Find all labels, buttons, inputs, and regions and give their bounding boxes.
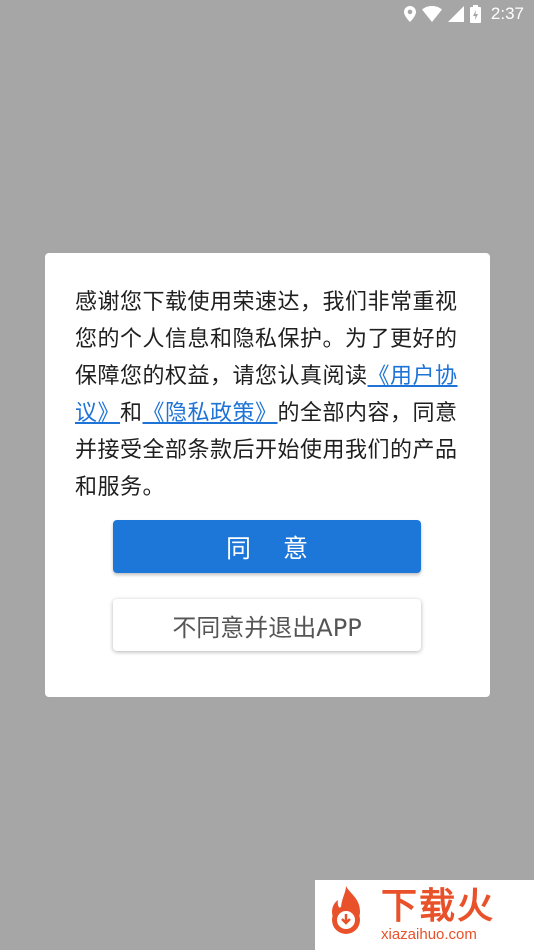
watermark-logo: 下载火 xiazaihuo.com xyxy=(315,880,534,950)
location-icon xyxy=(403,6,416,22)
status-bar: 2:37 xyxy=(0,0,534,28)
flame-logo-icon xyxy=(315,882,377,948)
agree-button[interactable]: 同 意 xyxy=(113,520,421,573)
dialog-message: 感谢您下载使用荣速达，我们非常重视您的个人信息和隐私保护。为了更好的保障您的权益… xyxy=(75,284,465,506)
watermark-url: xiazaihuo.com xyxy=(381,926,477,943)
watermark-title: 下载火 xyxy=(381,886,496,927)
status-time: 2:37 xyxy=(490,4,524,23)
wifi-icon xyxy=(421,6,442,22)
signal-icon xyxy=(447,6,464,22)
disagree-exit-button[interactable]: 不同意并退出APP xyxy=(113,599,421,651)
battery-icon xyxy=(469,5,481,23)
message-and-text: 和 xyxy=(120,401,143,426)
privacy-policy-link[interactable]: 《隐私政策》 xyxy=(143,401,278,426)
privacy-dialog: 感谢您下载使用荣速达，我们非常重视您的个人信息和隐私保护。为了更好的保障您的权益… xyxy=(45,253,490,697)
